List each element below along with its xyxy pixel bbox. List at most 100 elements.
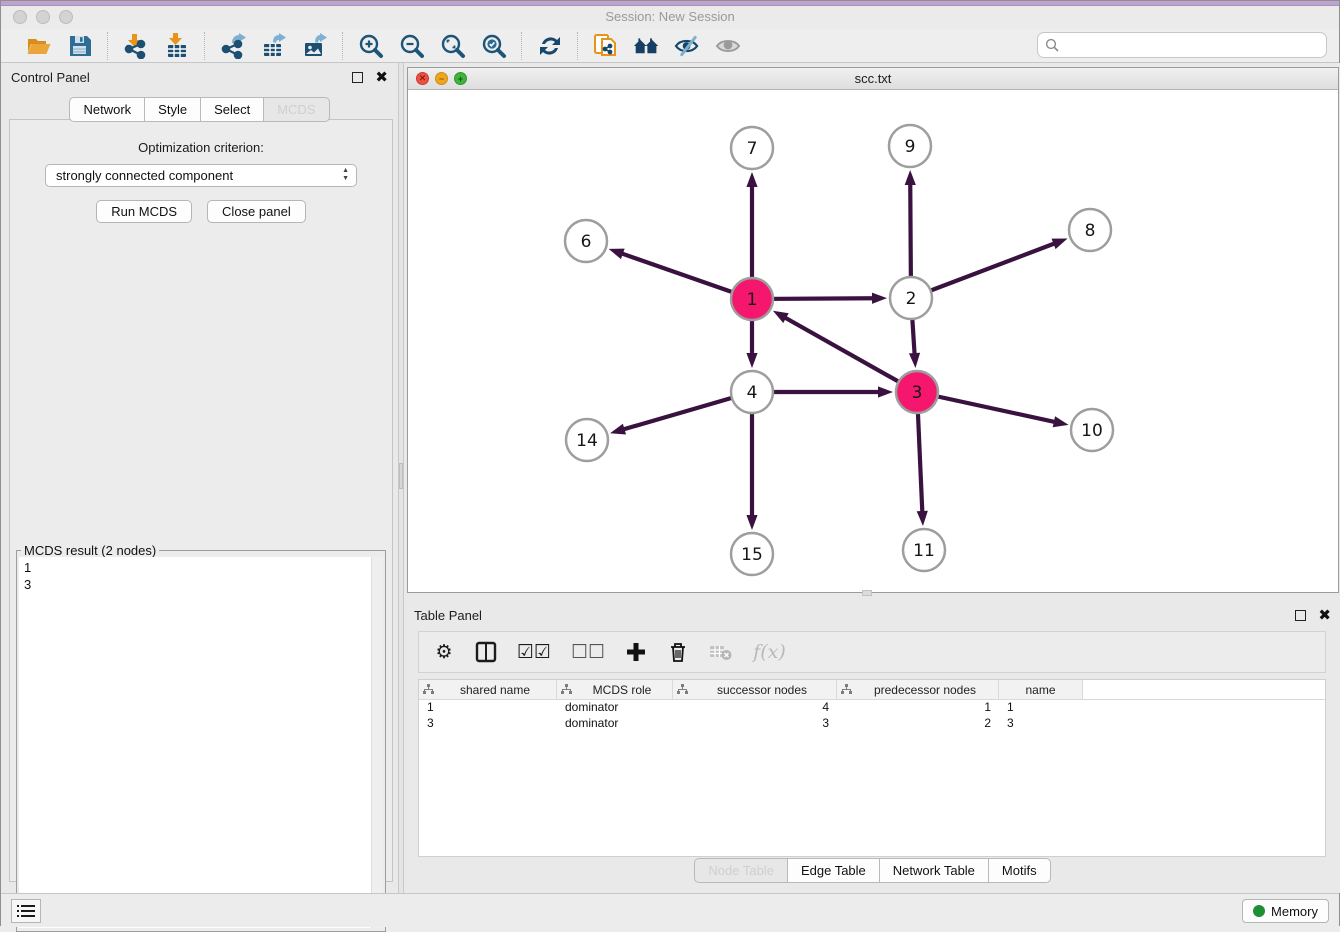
gear-icon[interactable]: ⚙	[433, 640, 455, 664]
cell-name[interactable]: 1	[999, 700, 1083, 716]
hide-selected-icon[interactable]	[674, 32, 701, 59]
graph-node-label-7: 7	[747, 139, 758, 159]
arrowhead-3-11	[917, 511, 928, 526]
export-image-icon[interactable]	[301, 32, 328, 59]
optimization-criterion-label: Optimization criterion:	[10, 140, 392, 155]
show-all-icon	[715, 32, 742, 59]
mcds-result-text[interactable]: 1 3	[19, 557, 371, 928]
mcds-tab-content: Optimization criterion: strongly connect…	[9, 119, 393, 882]
search-input[interactable]	[1059, 35, 1326, 55]
run-mcds-button[interactable]: Run MCDS	[96, 200, 192, 223]
float-table-panel-icon[interactable]	[1295, 610, 1306, 621]
graph-node-label-6: 6	[581, 232, 592, 252]
import-network-icon[interactable]	[122, 32, 149, 59]
close-table-panel-icon[interactable]: ✖	[1318, 610, 1331, 621]
network-window-titlebar[interactable]: ✕ − + scc.txt	[408, 68, 1338, 90]
cell-mcds-role[interactable]: dominator	[557, 716, 673, 732]
tab-motifs[interactable]: Motifs	[988, 858, 1051, 883]
cell-name[interactable]: 3	[999, 716, 1083, 732]
column-header-predecessor-nodes[interactable]: predecessor nodes	[837, 680, 999, 699]
cell-shared-name[interactable]: 1	[419, 700, 557, 716]
mcds-result-title: MCDS result (2 nodes)	[21, 543, 159, 558]
zoom-in-icon[interactable]	[357, 32, 384, 59]
edge-3-1[interactable]	[784, 317, 917, 392]
refresh-icon[interactable]	[536, 32, 563, 59]
import-table-icon[interactable]	[163, 32, 190, 59]
list-icon	[17, 904, 35, 918]
column-header-mcds-role[interactable]: MCDS role	[557, 680, 673, 699]
tab-mcds[interactable]: MCDS	[263, 97, 329, 122]
table-row[interactable]: 3dominator323	[419, 716, 1325, 732]
column-header-successor-nodes[interactable]: successor nodes	[673, 680, 837, 699]
column-header-name[interactable]: name	[999, 680, 1083, 699]
table-tabs: Node TableEdge TableNetwork TableMotifs	[404, 858, 1340, 883]
select-stepper-icon: ▲▼	[342, 167, 349, 183]
float-panel-icon[interactable]	[352, 72, 363, 83]
criterion-select[interactable]: strongly connected component ▲▼	[45, 164, 357, 187]
horizontal-splitter-handle[interactable]	[862, 590, 872, 596]
tab-style[interactable]: Style	[144, 97, 201, 122]
clone-network-icon[interactable]	[592, 32, 619, 59]
search-icon	[1045, 38, 1059, 52]
tab-edge-table[interactable]: Edge Table	[787, 858, 880, 883]
tab-network-table[interactable]: Network Table	[879, 858, 989, 883]
split-panel-icon[interactable]	[475, 640, 497, 664]
edge-2-8[interactable]	[911, 243, 1055, 298]
graph-node-label-4: 4	[747, 383, 758, 403]
node-table[interactable]: shared nameMCDS rolesuccessor nodesprede…	[418, 679, 1326, 857]
cell-successor-nodes[interactable]: 4	[673, 700, 837, 716]
graph-node-label-3: 3	[912, 383, 923, 403]
first-neighbors-icon[interactable]	[633, 32, 660, 59]
zoom-fit-icon[interactable]	[439, 32, 466, 59]
node-table-header: shared nameMCDS rolesuccessor nodesprede…	[419, 680, 1325, 700]
criterion-value: strongly connected component	[56, 168, 233, 183]
right-pane: ✕ − + scc.txt 7968124314101511 Table Pan…	[404, 63, 1340, 893]
task-history-button[interactable]	[11, 899, 41, 923]
arrowhead-3-10	[1053, 416, 1069, 427]
delete-table-icon	[709, 640, 733, 664]
close-panel-button[interactable]: Close panel	[207, 200, 306, 223]
table-row[interactable]: 1dominator411	[419, 700, 1325, 716]
zoom-out-icon[interactable]	[398, 32, 425, 59]
export-network-icon[interactable]	[219, 32, 246, 59]
column-header-shared-name[interactable]: shared name	[419, 680, 557, 699]
save-session-icon[interactable]	[66, 32, 93, 59]
cell-shared-name[interactable]: 3	[419, 716, 557, 732]
zoom-selected-icon[interactable]	[480, 32, 507, 59]
memory-button[interactable]: Memory	[1242, 899, 1329, 923]
add-column-icon[interactable]	[625, 640, 647, 664]
tab-node-table[interactable]: Node Table	[694, 858, 788, 883]
search-field[interactable]	[1037, 32, 1327, 58]
result-scrollbar[interactable]	[371, 557, 383, 928]
close-panel-icon[interactable]: ✖	[375, 72, 388, 83]
open-file-icon[interactable]	[25, 32, 52, 59]
status-bar: Memory	[1, 893, 1339, 927]
control-tabs: NetworkStyleSelectMCDS	[1, 97, 398, 122]
delete-column-icon[interactable]	[667, 640, 689, 664]
splitter-handle[interactable]	[399, 463, 403, 489]
arrowhead-1-4	[746, 353, 757, 368]
tab-select[interactable]: Select	[200, 97, 264, 122]
graph-node-label-1: 1	[747, 290, 758, 310]
graph-node-label-8: 8	[1085, 221, 1096, 241]
graph-node-label-2: 2	[906, 289, 917, 309]
arrowhead-3-1	[773, 311, 789, 323]
network-view-window: ✕ − + scc.txt 7968124314101511	[407, 67, 1339, 593]
graph-node-label-14: 14	[576, 431, 598, 451]
tab-network[interactable]: Network	[69, 97, 145, 122]
cell-successor-nodes[interactable]: 3	[673, 716, 837, 732]
network-window-title: scc.txt	[408, 71, 1338, 86]
deselect-all-icon[interactable]: ☐☐	[571, 640, 605, 664]
network-graph[interactable]: 7968124314101511	[408, 90, 1338, 592]
graph-node-label-9: 9	[905, 137, 916, 157]
cell-mcds-role[interactable]: dominator	[557, 700, 673, 716]
node-table-body: 1dominator4113dominator323	[419, 700, 1325, 732]
export-table-icon[interactable]	[260, 32, 287, 59]
select-all-icon[interactable]: ☑☑	[517, 640, 551, 664]
arrowhead-2-8	[1052, 239, 1068, 250]
table-toolbar: ⚙ ☑☑ ☐☐ f(x)	[418, 631, 1326, 673]
cell-predecessor-nodes[interactable]: 1	[837, 700, 999, 716]
mcds-result-fieldset: MCDS result (2 nodes) 1 3	[16, 550, 386, 932]
arrowhead-4-14	[610, 424, 626, 435]
cell-predecessor-nodes[interactable]: 2	[837, 716, 999, 732]
